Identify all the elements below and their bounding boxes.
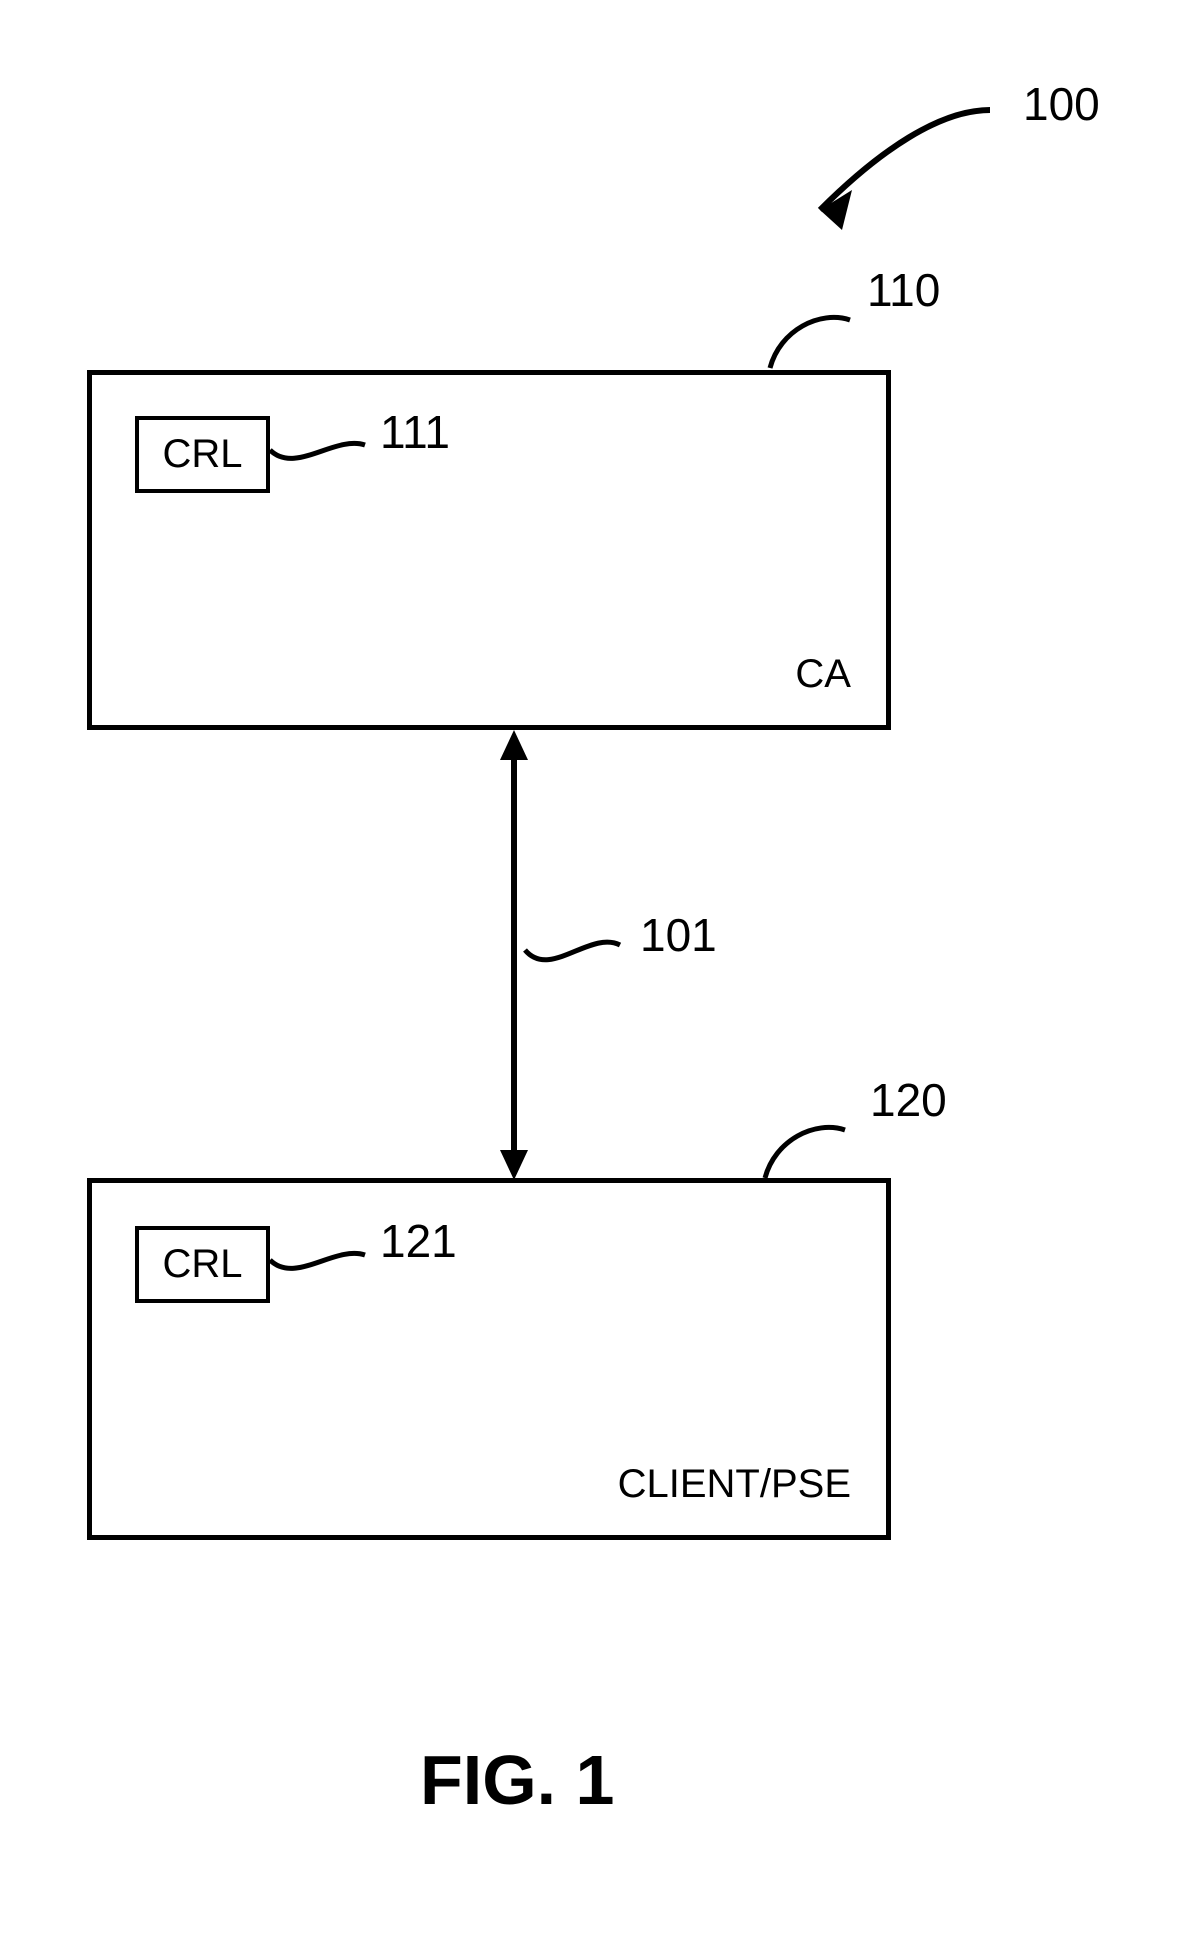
- client-crl-leader: [265, 1230, 375, 1290]
- ca-crl-leader: [265, 420, 375, 480]
- figure-caption: FIG. 1: [420, 1740, 614, 1820]
- ca-box-ref-label: 110: [867, 263, 940, 317]
- client-box-ref-label: 120: [870, 1073, 947, 1127]
- ca-corner-label: CA: [795, 652, 851, 697]
- client-box: CRL CLIENT/PSE: [87, 1178, 891, 1540]
- diagram-canvas: 100 CRL CA 110 111 101 CRL CLIENT/PSE 12…: [0, 0, 1200, 1958]
- client-crl-text: CRL: [162, 1242, 242, 1287]
- connector-ref-label: 101: [640, 908, 717, 962]
- system-ref-label: 100: [1023, 77, 1100, 131]
- ca-box-leader: [760, 290, 880, 370]
- system-ref-arrow: [760, 100, 1020, 260]
- client-crl-ref-label: 121: [380, 1214, 457, 1268]
- ca-crl-box: CRL: [135, 416, 270, 493]
- client-crl-box: CRL: [135, 1226, 270, 1303]
- connector-leader: [520, 920, 630, 990]
- ca-crl-text: CRL: [162, 432, 242, 477]
- ca-box: CRL CA: [87, 370, 891, 730]
- ca-crl-ref-label: 111: [380, 405, 450, 459]
- client-corner-label: CLIENT/PSE: [618, 1462, 851, 1507]
- client-box-leader: [755, 1100, 875, 1180]
